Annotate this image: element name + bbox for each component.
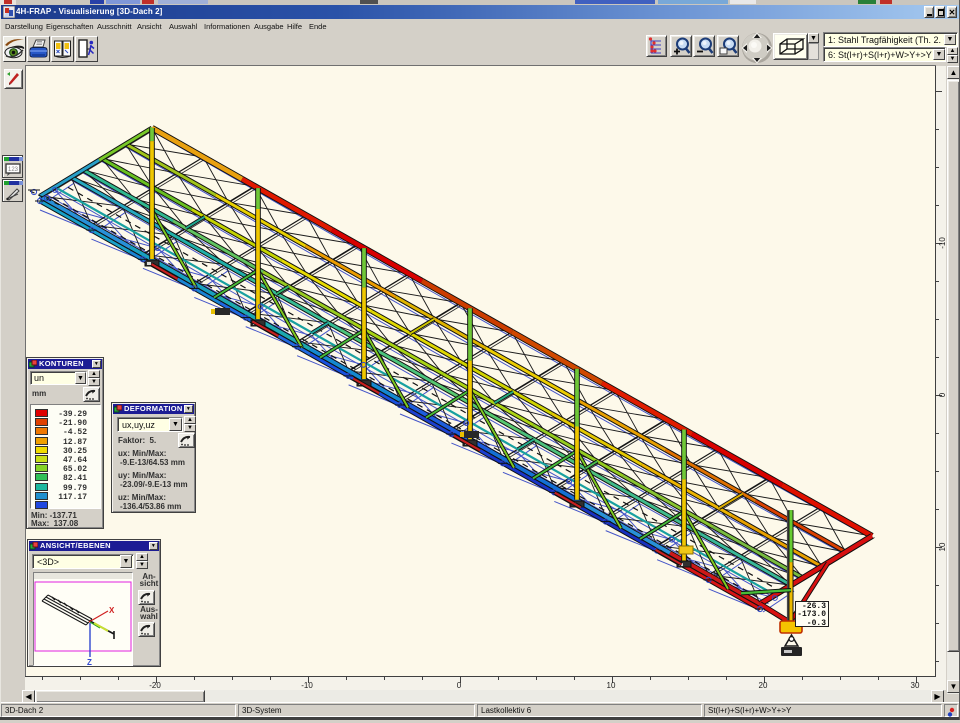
svg-text:Z: Z — [87, 658, 92, 665]
svg-text:X: X — [109, 606, 115, 615]
svg-text:123: 123 — [8, 167, 19, 173]
